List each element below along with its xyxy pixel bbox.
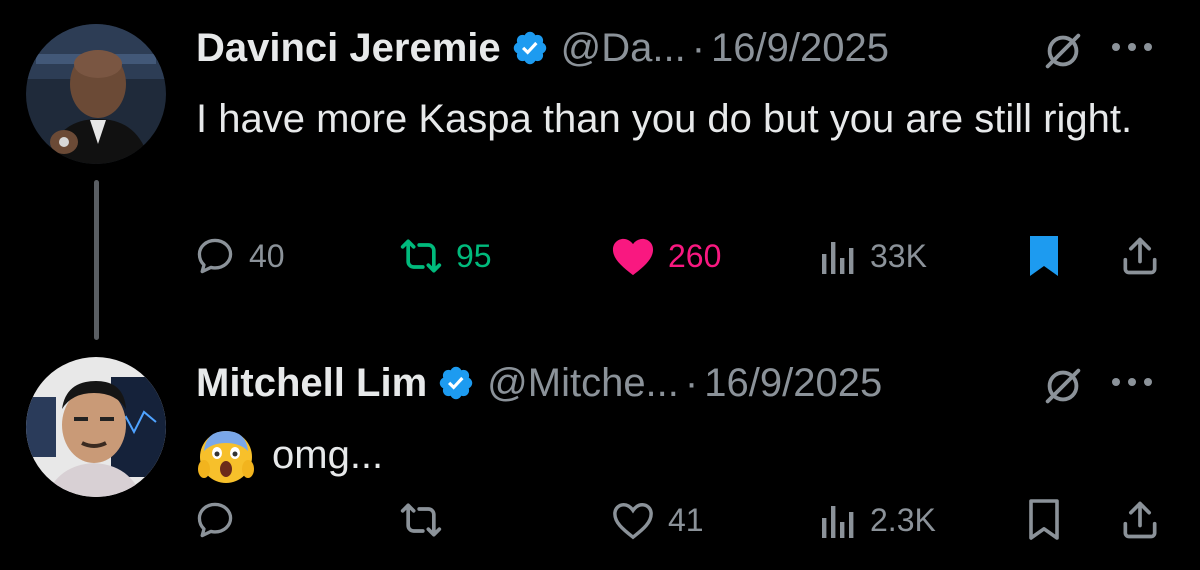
reply-button[interactable]: 40	[193, 226, 285, 286]
retweet-icon	[400, 503, 442, 537]
like-count: 41	[668, 501, 704, 538]
grok-icon[interactable]	[1040, 363, 1086, 414]
like-button[interactable]: 260	[610, 226, 721, 286]
retweet-count: 95	[456, 237, 492, 274]
avatar-photo	[26, 357, 166, 497]
more-icon[interactable]	[1108, 40, 1156, 58]
tweet-header: Davinci Jeremie @Da... · 16/9/2025	[196, 20, 889, 76]
more-icon[interactable]	[1108, 375, 1156, 393]
like-button[interactable]: 41	[610, 490, 704, 550]
bookmark-icon	[1030, 236, 1058, 276]
views-icon	[822, 506, 854, 538]
like-count: 260	[668, 237, 722, 274]
avatar-photo	[26, 24, 166, 164]
share-icon	[1123, 501, 1157, 539]
action-bar: 41 2.3K	[0, 490, 1200, 550]
reply-button[interactable]	[193, 490, 249, 550]
separator-dot: ·	[684, 360, 699, 405]
handle[interactable]: @Da...	[561, 26, 686, 71]
tweet-header: Mitchell Lim @Mitche... · 16/9/2025	[196, 355, 882, 411]
views-count: 2.3K	[870, 501, 936, 538]
screaming-face-emoji-icon	[196, 425, 256, 485]
share-button[interactable]	[1118, 226, 1162, 286]
avatar[interactable]	[26, 24, 166, 164]
separator-dot: ·	[691, 25, 706, 70]
action-bar: 40 95 260 33K	[0, 226, 1200, 286]
tweet-text: omg...	[196, 425, 383, 485]
bookmark-button[interactable]	[1028, 226, 1060, 286]
timestamp[interactable]: 16/9/2025	[704, 361, 882, 406]
tweet-text: I have more Kaspa than you do but you ar…	[196, 97, 1133, 141]
tweet-text-body: omg...	[272, 433, 384, 477]
heart-outline-icon	[613, 503, 653, 540]
retweet-button[interactable]	[398, 490, 456, 550]
heart-icon	[612, 238, 654, 276]
tweet-davinci-jeremie[interactable]: Davinci Jeremie @Da... · 16/9/2025 I hav…	[0, 0, 1200, 340]
share-button[interactable]	[1118, 490, 1162, 550]
tweet-mitchell-lim[interactable]: Mitchell Lim @Mitche... · 16/9/2025 omg.…	[0, 335, 1200, 570]
bookmark-outline-icon	[1029, 499, 1059, 540]
reply-icon	[197, 502, 233, 538]
avatar[interactable]	[26, 357, 166, 497]
share-icon	[1123, 237, 1157, 275]
bookmark-button[interactable]	[1028, 490, 1060, 550]
views-button[interactable]: 33K	[818, 226, 927, 286]
grok-icon[interactable]	[1040, 28, 1086, 79]
views-count: 33K	[870, 237, 927, 274]
display-name[interactable]: Davinci Jeremie	[196, 26, 501, 71]
timestamp[interactable]: 16/9/2025	[711, 26, 889, 71]
verified-badge-icon	[511, 29, 549, 67]
reply-icon	[197, 238, 233, 274]
verified-badge-icon	[437, 364, 475, 402]
views-button[interactable]: 2.3K	[818, 490, 936, 550]
handle[interactable]: @Mitche...	[487, 361, 679, 406]
views-icon	[822, 242, 854, 274]
retweet-button[interactable]: 95	[398, 226, 492, 286]
retweet-icon	[400, 239, 442, 273]
display-name[interactable]: Mitchell Lim	[196, 361, 427, 406]
reply-count: 40	[249, 237, 285, 274]
